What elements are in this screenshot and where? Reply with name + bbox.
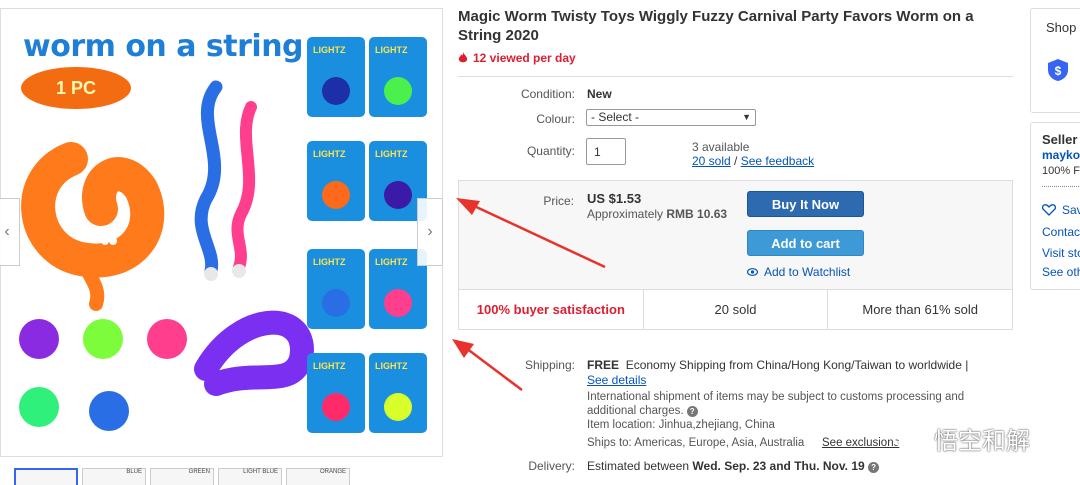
views-indicator: 12 viewed per day (458, 51, 576, 65)
package-label: LIGHTZ (313, 45, 346, 55)
quantity-input[interactable]: 1 (586, 138, 626, 165)
customs-note: International shipment of items may be s… (587, 390, 997, 418)
annotation-arrow-icon (452, 339, 523, 391)
buy-it-now-button[interactable]: Buy It Now (747, 191, 864, 217)
eye-icon (747, 268, 758, 276)
colour-select[interactable]: - Select - ▼ (586, 109, 756, 126)
condition-value: New (587, 87, 612, 101)
delivery-label: Delivery: (528, 459, 575, 473)
seller-name-link[interactable]: mayko (1042, 148, 1080, 162)
blue-worm (194, 80, 223, 278)
delivery-prefix: Estimated between (587, 459, 690, 473)
package-label: LIGHTZ (375, 361, 408, 371)
gallery-next-button[interactable]: › (417, 198, 443, 266)
product-illustration: LIGHTZ LIGHTZ LIGHTZ LIGHTZ LIGHTZ LIGHT… (19, 37, 427, 433)
package-grid (307, 37, 427, 433)
item-location: Item location: Jinhua,zhejiang, China (587, 419, 775, 431)
add-to-cart-button[interactable]: Add to cart (747, 230, 864, 256)
thumbnail[interactable]: ORANGE (286, 468, 350, 485)
gallery-prev-button[interactable]: ‹ (0, 198, 20, 266)
colour-label: Colour: (536, 112, 575, 126)
separator: / (734, 154, 738, 168)
heart-icon (1042, 204, 1056, 216)
see-details-text: See details (587, 373, 647, 387)
sold-count-stat: 20 sold (644, 290, 829, 329)
package-label: LIGHTZ (313, 361, 346, 371)
flame-icon (458, 52, 468, 63)
blue-small-worm (89, 391, 129, 431)
save-seller-button[interactable]: Sav (1042, 203, 1080, 217)
info-icon[interactable]: ? (868, 462, 880, 473)
info-icon[interactable]: ? (686, 406, 698, 417)
visit-store-link[interactable]: Visit sto (1042, 246, 1080, 260)
delivery-estimate: Estimated between Wed. Sep. 23 and Thu. … (587, 459, 880, 473)
divider (458, 76, 1013, 77)
see-other-items-link[interactable]: See oth (1042, 265, 1080, 279)
listing-title: Magic Worm Twisty Toys Wiggly Fuzzy Carn… (458, 8, 974, 44)
ships-to: Ships to: Americas, Europe, Asia, Austra… (587, 437, 805, 449)
seller-card: Seller mayko 100% F Sav Contact Visit st… (1030, 122, 1080, 290)
orange-worm (21, 142, 165, 311)
purple-big-worm (194, 310, 314, 396)
thumbnail-strip: BLUE GREEN LIGHT BLUE ORANGE (14, 468, 350, 485)
sold-percent-stat: More than 61% sold (862, 302, 978, 317)
save-seller-label: Sav (1062, 203, 1080, 217)
condition-label: Condition: (520, 87, 575, 101)
see-details-link[interactable]: See details (587, 373, 646, 387)
product-gallery: worm on a string 1 PC LIGHTZ LIGHTZ LIGH… (0, 8, 445, 458)
shipping-method: FREE Economy Shipping from China/Hong Ko… (587, 358, 987, 372)
seller-feedback: 100% F (1042, 165, 1080, 177)
add-to-watchlist-link[interactable]: Add to Watchlist (747, 265, 850, 279)
feedback-link[interactable]: See feedback (741, 154, 814, 168)
customs-note-text: International shipment of items may be s… (587, 391, 965, 417)
sales-stats: 100% buyer satisfaction 20 sold More tha… (459, 289, 1012, 329)
package-label: LIGHTZ (313, 257, 346, 267)
sold-feedback-links: 20 sold / See feedback (692, 154, 814, 168)
seller-title: Seller (1042, 132, 1078, 147)
package-label: LIGHTZ (313, 149, 346, 159)
pink-small-worm (147, 319, 187, 359)
watermark-text: 悟空和解 (934, 428, 1030, 455)
shop-title: Shop (1046, 20, 1077, 35)
chevron-right-icon: › (427, 223, 433, 240)
watermark: 悟空和解 (892, 421, 1030, 456)
package-label: LIGHTZ (375, 257, 408, 267)
divider (1042, 186, 1080, 187)
purple-worm (19, 319, 59, 359)
mint-worm (19, 387, 59, 427)
see-exclusions-link[interactable]: See exclusions (822, 437, 899, 449)
shipping-free: FREE (587, 358, 620, 372)
thumbnail[interactable]: BLUE (82, 468, 146, 485)
annotation-arrow-icon (456, 198, 606, 269)
package-label: LIGHTZ (375, 149, 408, 159)
pink-worm (231, 101, 257, 273)
chevron-down-icon: ▼ (742, 112, 751, 122)
watchlist-label: Add to Watchlist (764, 265, 851, 279)
contact-seller-link[interactable]: Contact (1042, 225, 1080, 239)
sold-link[interactable]: 20 sold (692, 154, 731, 168)
buyer-satisfaction-stat: 100% buyer satisfaction (459, 290, 644, 329)
thumbnail[interactable] (14, 468, 78, 485)
chevron-left-icon: ‹ (4, 223, 10, 240)
thumbnail[interactable]: GREEN (150, 468, 214, 485)
approx-value: RMB 10.63 (666, 207, 728, 221)
green-worm (83, 319, 123, 359)
shop-card: Shop $ (1030, 8, 1080, 113)
see-exclusions-text: See exclusions (822, 437, 900, 449)
shipping-method-text: Economy Shipping from China/Hong Kong/Ta… (625, 358, 969, 372)
thumbnail[interactable]: LIGHT BLUE (218, 468, 282, 485)
product-main-image[interactable]: worm on a string 1 PC LIGHTZ LIGHTZ LIGH… (0, 8, 443, 457)
colour-select-value: - Select - (591, 110, 640, 124)
package-label: LIGHTZ (375, 45, 408, 55)
chat-bubble-icon (893, 425, 927, 451)
svg-text:$: $ (1055, 64, 1062, 78)
views-text: 12 viewed per day (473, 51, 576, 65)
available-count: 3 available (692, 140, 750, 154)
quantity-label: Quantity: (526, 144, 575, 158)
shield-icon: $ (1048, 59, 1068, 81)
delivery-range: Wed. Sep. 23 and Thu. Nov. 19 (692, 459, 865, 473)
